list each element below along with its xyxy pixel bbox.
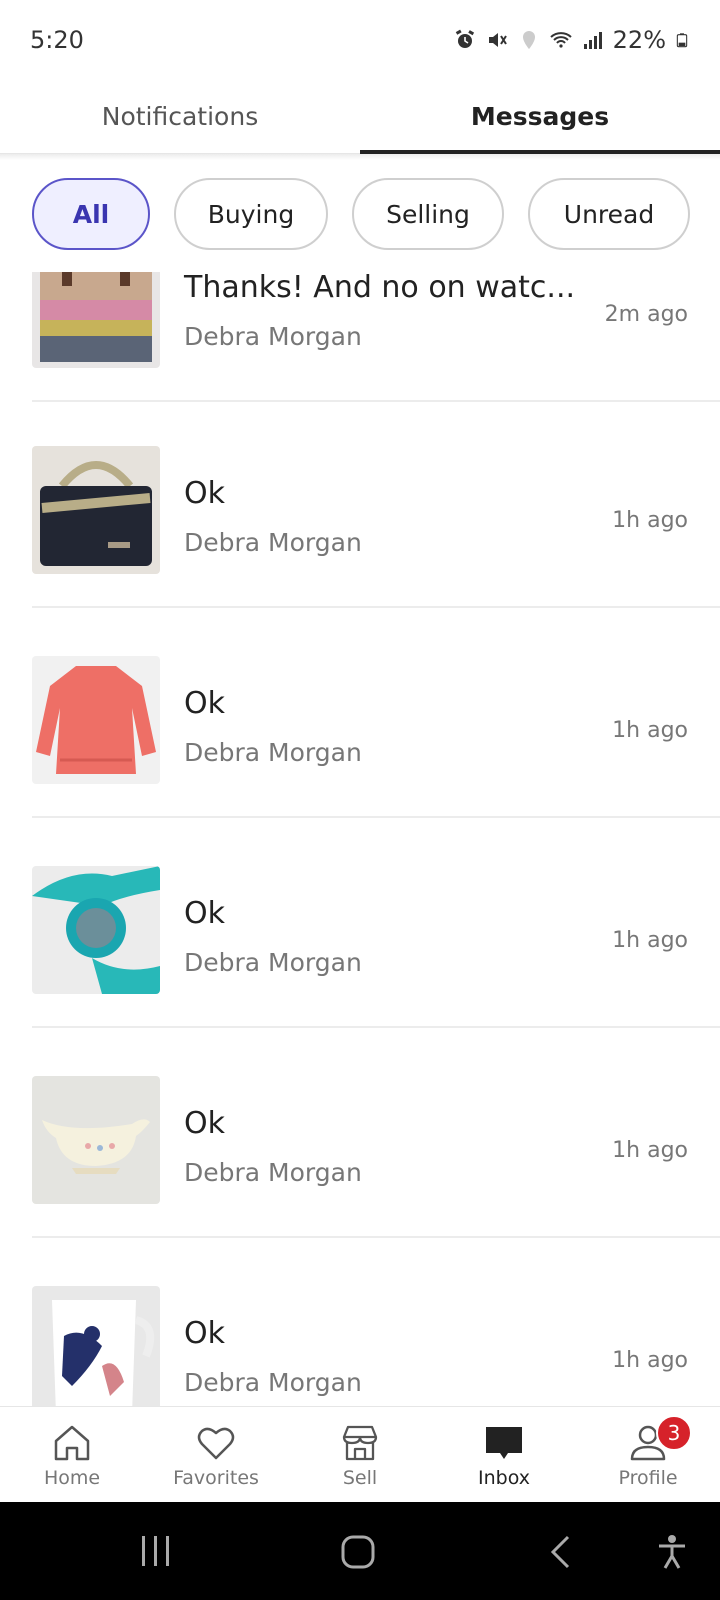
- accessibility-icon[interactable]: [656, 1534, 688, 1570]
- filter-selling-chip[interactable]: Selling: [352, 178, 504, 250]
- system-nav-bar: [0, 1502, 720, 1600]
- message-sender: Debra Morgan: [184, 528, 362, 557]
- message-item[interactable]: Thanks! And no on watc... Debra Morgan 2…: [0, 272, 720, 402]
- message-sender: Debra Morgan: [184, 322, 362, 351]
- recent-apps-icon[interactable]: [138, 1534, 174, 1568]
- message-time: 1h ago: [612, 1138, 688, 1163]
- status-bar: 5:20 22%: [0, 0, 720, 80]
- nav-favorites[interactable]: Favorites: [144, 1407, 288, 1502]
- message-sender: Debra Morgan: [184, 948, 362, 977]
- filter-chips: All Buying Selling Unread: [32, 178, 690, 250]
- message-time: 2m ago: [604, 302, 688, 327]
- store-icon: [342, 1425, 378, 1461]
- back-icon[interactable]: [548, 1534, 572, 1570]
- home-icon: [54, 1425, 90, 1461]
- message-preview: Ok: [184, 476, 225, 511]
- teal-watch-icon: [32, 866, 160, 994]
- nav-label: Sell: [342, 1467, 378, 1489]
- message-time: 1h ago: [612, 718, 688, 743]
- nav-label: Inbox: [478, 1467, 530, 1489]
- heart-icon: [197, 1427, 235, 1460]
- nav-label: Favorites: [173, 1467, 259, 1489]
- nav-sell[interactable]: Sell: [288, 1407, 432, 1502]
- battery-icon: [676, 33, 688, 48]
- inbox-tabs: Notifications Messages: [0, 80, 720, 154]
- filter-all-chip[interactable]: All: [32, 178, 150, 250]
- location-icon: [522, 31, 535, 49]
- message-preview: Ok: [184, 896, 225, 931]
- message-sender: Debra Morgan: [184, 738, 362, 767]
- nav-profile[interactable]: Profile 3: [576, 1407, 720, 1502]
- mug-icon: [32, 1286, 160, 1406]
- tab-notifications[interactable]: Notifications: [0, 80, 360, 153]
- message-preview: Ok: [184, 1316, 225, 1351]
- message-time: 1h ago: [612, 1348, 688, 1373]
- filter-unread-chip[interactable]: Unread: [528, 178, 690, 250]
- signal-icon: [583, 32, 602, 49]
- wifi-icon: [549, 32, 572, 48]
- message-preview: Thanks! And no on watc...: [184, 272, 576, 305]
- message-sender: Debra Morgan: [184, 1158, 362, 1187]
- nav-label: Profile: [618, 1467, 678, 1489]
- message-item[interactable]: Ok Debra Morgan 1h ago: [0, 398, 720, 608]
- status-time: 5:20: [30, 26, 84, 54]
- message-item[interactable]: Ok Debra Morgan 1h ago: [0, 608, 720, 818]
- tab-shadow: [0, 154, 720, 160]
- nav-label: Home: [43, 1467, 101, 1489]
- profile-badge: 3: [656, 1415, 692, 1451]
- battery-percent: 22%: [612, 26, 666, 54]
- tab-messages[interactable]: Messages: [360, 80, 720, 154]
- message-list: Thanks! And no on watc... Debra Morgan 2…: [0, 272, 720, 1406]
- bottom-nav: Home Favorites Sell Inbox Profile 3: [0, 1406, 720, 1502]
- message-preview: Ok: [184, 686, 225, 721]
- message-time: 1h ago: [612, 928, 688, 953]
- status-icons: 22%: [453, 26, 690, 54]
- message-item[interactable]: Ok Debra Morgan 1h ago: [0, 1028, 720, 1238]
- message-time: 1h ago: [612, 508, 688, 533]
- inbox-icon: [486, 1427, 522, 1459]
- filter-buying-chip[interactable]: Buying: [174, 178, 328, 250]
- nav-inbox[interactable]: Inbox: [432, 1407, 576, 1502]
- alarm-icon: [455, 29, 474, 48]
- message-preview: Ok: [184, 1106, 225, 1141]
- mute-icon: [488, 33, 507, 47]
- home-button-icon[interactable]: [340, 1534, 376, 1570]
- message-item[interactable]: Ok Debra Morgan 1h ago: [0, 818, 720, 1028]
- message-sender: Debra Morgan: [184, 1368, 362, 1397]
- pink-top-icon: [32, 656, 160, 784]
- bag-pink-icon: [32, 272, 160, 368]
- nav-home[interactable]: Home: [0, 1407, 144, 1502]
- bag-black-icon: [32, 446, 160, 574]
- gravy-boat-icon: [32, 1076, 160, 1204]
- message-item[interactable]: Ok Debra Morgan 1h ago: [0, 1238, 720, 1406]
